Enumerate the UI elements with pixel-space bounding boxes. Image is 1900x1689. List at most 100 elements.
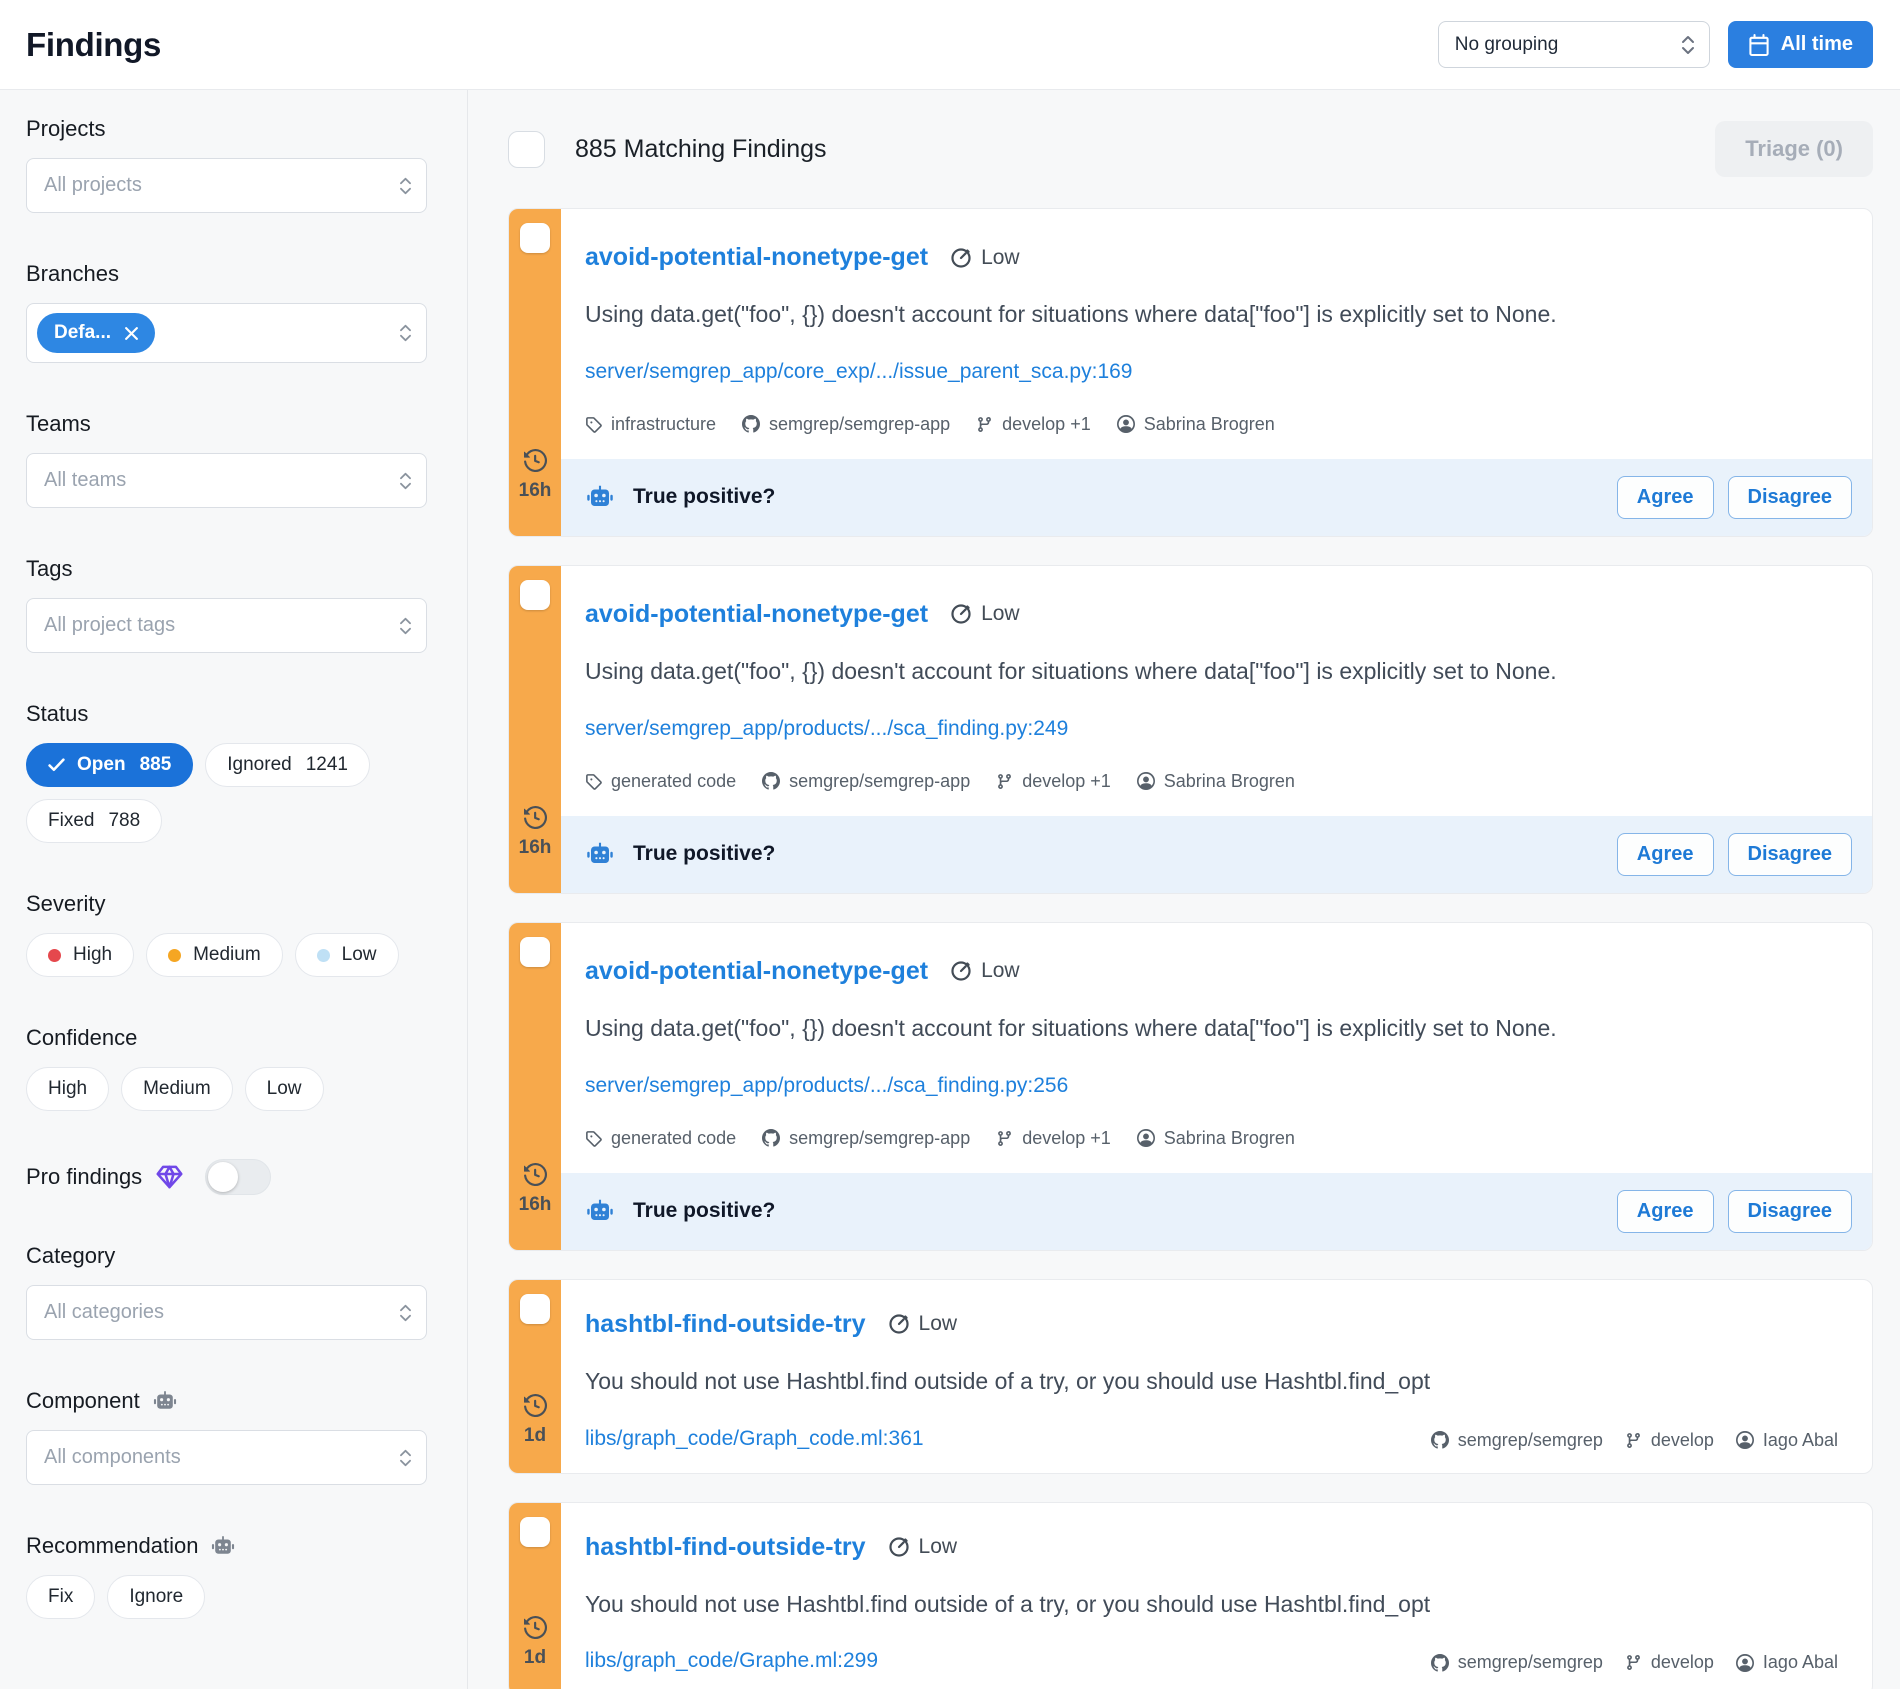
- finding-title-link[interactable]: avoid-potential-nonetype-get: [585, 243, 928, 272]
- severity-filter-high[interactable]: High: [26, 933, 134, 977]
- agree-button[interactable]: Agree: [1617, 833, 1714, 876]
- finding-author: Sabrina Brogren: [1117, 414, 1275, 435]
- true-positive-question: True positive?: [633, 842, 775, 866]
- confidence-filter-medium[interactable]: Medium: [121, 1067, 233, 1111]
- chevron-up-down-icon: [399, 176, 412, 196]
- agree-button[interactable]: Agree: [1617, 476, 1714, 519]
- pro-findings-toggle[interactable]: [205, 1159, 271, 1195]
- github-icon: [1431, 1431, 1449, 1449]
- severity-level: Low: [919, 1312, 958, 1336]
- branch-chip[interactable]: Defa...: [37, 313, 155, 353]
- close-icon[interactable]: [124, 326, 139, 341]
- branches-select[interactable]: Defa...: [26, 303, 427, 363]
- disagree-button[interactable]: Disagree: [1728, 476, 1853, 519]
- assistant-prompt-bar: True positive? Agree Disagree: [561, 1173, 1872, 1250]
- severity-color-bar: 1d: [509, 1503, 561, 1689]
- person-icon: [1117, 415, 1135, 433]
- agree-button[interactable]: Agree: [1617, 1190, 1714, 1233]
- calendar-icon: [1748, 34, 1770, 56]
- finding-repo[interactable]: semgrep/semgrep: [1431, 1430, 1603, 1451]
- finding-card: 1d hashtbl-find-outside-try Low You shou…: [508, 1502, 1873, 1689]
- finding-age: 1d: [524, 1647, 546, 1669]
- component-select[interactable]: All components: [26, 1430, 427, 1485]
- finding-checkbox[interactable]: [520, 1517, 550, 1547]
- time-range-button[interactable]: All time: [1728, 21, 1873, 68]
- recommendation-filter-ignore[interactable]: Ignore: [107, 1575, 205, 1619]
- finding-file-link[interactable]: libs/graph_code/Graph_code.ml:361: [585, 1427, 924, 1451]
- github-icon: [762, 1129, 780, 1147]
- git-branch-icon: [996, 773, 1013, 790]
- chevron-up-down-icon: [399, 616, 412, 636]
- finding-tag: infrastructure: [585, 414, 716, 435]
- robot-icon: [585, 1198, 615, 1224]
- grouping-select[interactable]: No grouping: [1438, 21, 1710, 68]
- projects-select[interactable]: All projects: [26, 158, 427, 213]
- high-severity-dot: [48, 949, 61, 962]
- finding-author: Iago Abal: [1736, 1652, 1838, 1673]
- disagree-button[interactable]: Disagree: [1728, 1190, 1853, 1233]
- robot-icon: [152, 1390, 178, 1412]
- status-filter-open[interactable]: Open 885: [26, 743, 193, 787]
- true-positive-question: True positive?: [633, 485, 775, 509]
- finding-repo[interactable]: semgrep/semgrep-app: [742, 414, 950, 435]
- github-icon: [1431, 1654, 1449, 1672]
- teams-label: Teams: [26, 411, 427, 437]
- severity-filter-low[interactable]: Low: [295, 933, 399, 977]
- tags-select[interactable]: All project tags: [26, 598, 427, 653]
- category-select[interactable]: All categories: [26, 1285, 427, 1340]
- category-label: Category: [26, 1243, 427, 1269]
- finding-title-link[interactable]: hashtbl-find-outside-try: [585, 1533, 866, 1562]
- severity-label: Severity: [26, 891, 427, 917]
- finding-file-link[interactable]: server/semgrep_app/products/.../sca_find…: [585, 1074, 1068, 1098]
- finding-title-link[interactable]: avoid-potential-nonetype-get: [585, 600, 928, 629]
- git-branch-icon: [976, 416, 993, 433]
- true-positive-question: True positive?: [633, 1199, 775, 1223]
- history-icon: [524, 1163, 547, 1186]
- severity-color-bar: 16h: [509, 566, 561, 893]
- history-icon: [524, 1394, 547, 1417]
- finding-file-link[interactable]: server/semgrep_app/core_exp/.../issue_pa…: [585, 360, 1133, 384]
- finding-repo[interactable]: semgrep/semgrep-app: [762, 771, 970, 792]
- chevron-up-down-icon: [399, 323, 412, 343]
- finding-checkbox[interactable]: [520, 1294, 550, 1324]
- teams-select[interactable]: All teams: [26, 453, 427, 508]
- severity-level: Low: [981, 602, 1020, 626]
- finding-checkbox[interactable]: [520, 937, 550, 967]
- pro-findings-label: Pro findings: [26, 1164, 142, 1190]
- confidence-filter-low[interactable]: Low: [245, 1067, 324, 1111]
- matching-findings-count: 885 Matching Findings: [575, 135, 827, 164]
- triage-button[interactable]: Triage (0): [1715, 121, 1873, 177]
- gauge-icon: [950, 960, 972, 982]
- finding-file-link[interactable]: server/semgrep_app/products/.../sca_find…: [585, 717, 1068, 741]
- chevron-up-down-icon: [399, 471, 412, 491]
- findings-list: 885 Matching Findings Triage (0) 16h avo…: [468, 90, 1900, 1689]
- finding-repo[interactable]: semgrep/semgrep-app: [762, 1128, 970, 1149]
- branches-label: Branches: [26, 261, 427, 287]
- finding-card: 16h avoid-potential-nonetype-get Low Usi…: [508, 565, 1873, 894]
- status-filter-fixed[interactable]: Fixed 788: [26, 799, 162, 843]
- recommendation-filter-fix[interactable]: Fix: [26, 1575, 95, 1619]
- finding-description: You should not use Hashtbl.find outside …: [585, 1590, 1838, 1620]
- finding-age: 1d: [524, 1425, 546, 1447]
- status-filter-ignored[interactable]: Ignored 1241: [205, 743, 370, 787]
- disagree-button[interactable]: Disagree: [1728, 833, 1853, 876]
- finding-title-link[interactable]: avoid-potential-nonetype-get: [585, 957, 928, 986]
- finding-checkbox[interactable]: [520, 223, 550, 253]
- medium-severity-dot: [168, 949, 181, 962]
- finding-branch: develop: [1625, 1430, 1714, 1451]
- git-branch-icon: [1625, 1654, 1642, 1671]
- chevron-up-down-icon: [399, 1303, 412, 1323]
- finding-checkbox[interactable]: [520, 580, 550, 610]
- status-label: Status: [26, 701, 427, 727]
- finding-file-link[interactable]: libs/graph_code/Graphe.ml:299: [585, 1649, 878, 1673]
- gauge-icon: [950, 247, 972, 269]
- finding-title-link[interactable]: hashtbl-find-outside-try: [585, 1310, 866, 1339]
- chevron-up-down-icon: [1681, 34, 1695, 56]
- confidence-filter-high[interactable]: High: [26, 1067, 109, 1111]
- severity-filter-medium[interactable]: Medium: [146, 933, 283, 977]
- finding-repo[interactable]: semgrep/semgrep: [1431, 1652, 1603, 1673]
- page-title: Findings: [26, 26, 161, 64]
- check-icon: [48, 758, 65, 772]
- finding-author: Sabrina Brogren: [1137, 1128, 1295, 1149]
- select-all-checkbox[interactable]: [508, 131, 545, 168]
